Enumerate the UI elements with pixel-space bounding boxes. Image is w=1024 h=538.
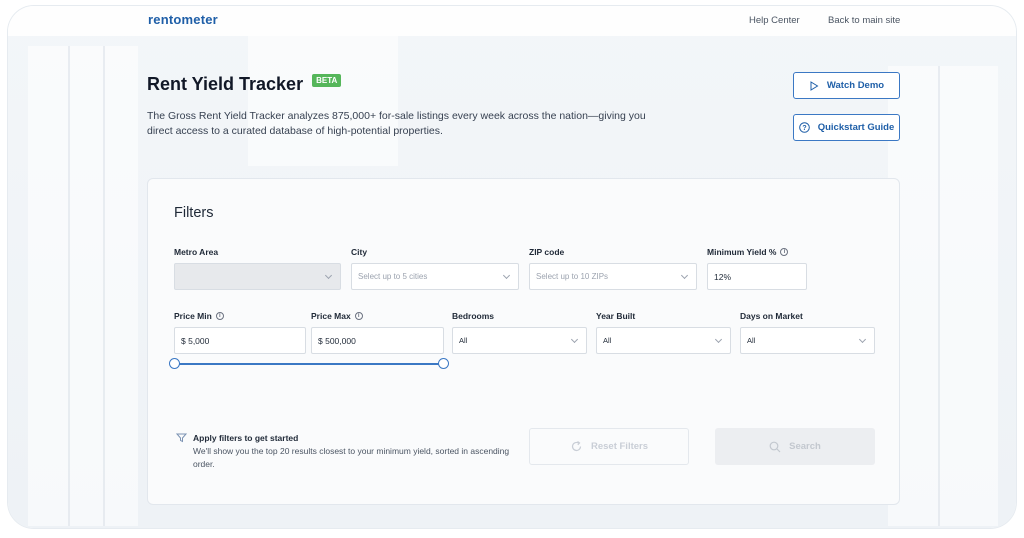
metro-area-label: Metro Area bbox=[174, 247, 219, 257]
price-min-input[interactable]: $ 5,000 bbox=[174, 327, 306, 354]
page-description: The Gross Rent Yield Tracker analyzes 87… bbox=[147, 110, 646, 137]
reset-filters-button[interactable]: Reset Filters bbox=[529, 428, 689, 465]
price-max-slider-handle[interactable] bbox=[438, 358, 449, 369]
chevron-down-icon bbox=[570, 335, 579, 344]
metro-area-select[interactable] bbox=[174, 263, 341, 290]
filters-title: Filters bbox=[174, 205, 214, 221]
city-select[interactable]: Select up to 5 cities bbox=[351, 263, 519, 290]
hint-title: Apply filters to get started bbox=[193, 433, 299, 443]
search-icon bbox=[769, 441, 781, 452]
search-button[interactable]: Search bbox=[715, 428, 875, 465]
info-icon[interactable]: i bbox=[780, 248, 789, 256]
chevron-down-icon bbox=[680, 271, 689, 280]
background-building bbox=[248, 36, 398, 166]
bedrooms-label: Bedrooms bbox=[452, 311, 495, 321]
chevron-down-icon bbox=[714, 335, 723, 344]
chevron-down-icon bbox=[502, 271, 511, 280]
title-row: Rent Yield Tracker BETA bbox=[147, 74, 342, 95]
price-min-slider-handle[interactable] bbox=[169, 358, 180, 369]
background-line bbox=[103, 46, 105, 526]
back-to-main-site-link[interactable]: Back to main site bbox=[828, 15, 900, 26]
info-icon[interactable]: i bbox=[354, 312, 363, 320]
price-range-slider-track[interactable] bbox=[174, 363, 444, 365]
play-icon bbox=[810, 80, 819, 91]
watch-demo-button[interactable]: Watch Demo bbox=[793, 72, 900, 99]
chevron-down-icon bbox=[858, 335, 867, 344]
beta-badge: BETA bbox=[312, 74, 342, 87]
watch-demo-label: Watch Demo bbox=[826, 80, 885, 91]
days-on-market-label: Days on Market bbox=[740, 311, 803, 321]
rentometer-logo[interactable]: rentometer bbox=[148, 12, 218, 27]
filter-hint-icon bbox=[176, 433, 187, 443]
app-frame: rentometer Help Center Back to main site… bbox=[8, 6, 1016, 528]
reset-icon bbox=[571, 441, 582, 452]
search-label: Search bbox=[789, 441, 821, 452]
hint-text: We'll show you the top 20 results closes… bbox=[193, 446, 510, 469]
filters-card: Filters Metro Area City ZIP code Minimum… bbox=[147, 178, 900, 505]
zip-code-label: ZIP code bbox=[529, 247, 565, 257]
year-built-select[interactable]: All bbox=[596, 327, 731, 354]
background-building bbox=[888, 66, 998, 526]
bedrooms-select[interactable]: All bbox=[452, 327, 587, 354]
background-line bbox=[68, 46, 70, 526]
quickstart-guide-button[interactable]: ? Quickstart Guide bbox=[793, 114, 900, 141]
reset-filters-label: Reset Filters bbox=[590, 441, 649, 452]
price-max-input[interactable]: $ 500,000 bbox=[311, 327, 444, 354]
svg-text:?: ? bbox=[802, 125, 806, 132]
page-title: Rent Yield Tracker bbox=[147, 74, 304, 94]
days-on-market-select[interactable]: All bbox=[740, 327, 875, 354]
minimum-yield-input[interactable]: 12% bbox=[707, 263, 807, 290]
city-label: City bbox=[351, 247, 368, 257]
info-icon[interactable]: i bbox=[215, 312, 224, 320]
background-line bbox=[938, 66, 940, 526]
year-built-label: Year Built bbox=[596, 311, 636, 321]
help-center-link[interactable]: Help Center bbox=[749, 15, 800, 26]
chevron-down-icon bbox=[324, 271, 333, 280]
question-circle-icon: ? bbox=[798, 122, 810, 133]
background-building bbox=[28, 46, 138, 526]
minimum-yield-label: Minimum Yield % i bbox=[707, 247, 789, 257]
price-max-label: Price Max i bbox=[311, 311, 363, 321]
price-min-label: Price Min i bbox=[174, 311, 224, 321]
top-navigation-bar: rentometer Help Center Back to main site bbox=[8, 6, 1016, 36]
zip-code-select[interactable]: Select up to 10 ZIPs bbox=[529, 263, 697, 290]
quickstart-guide-label: Quickstart Guide bbox=[817, 122, 895, 133]
